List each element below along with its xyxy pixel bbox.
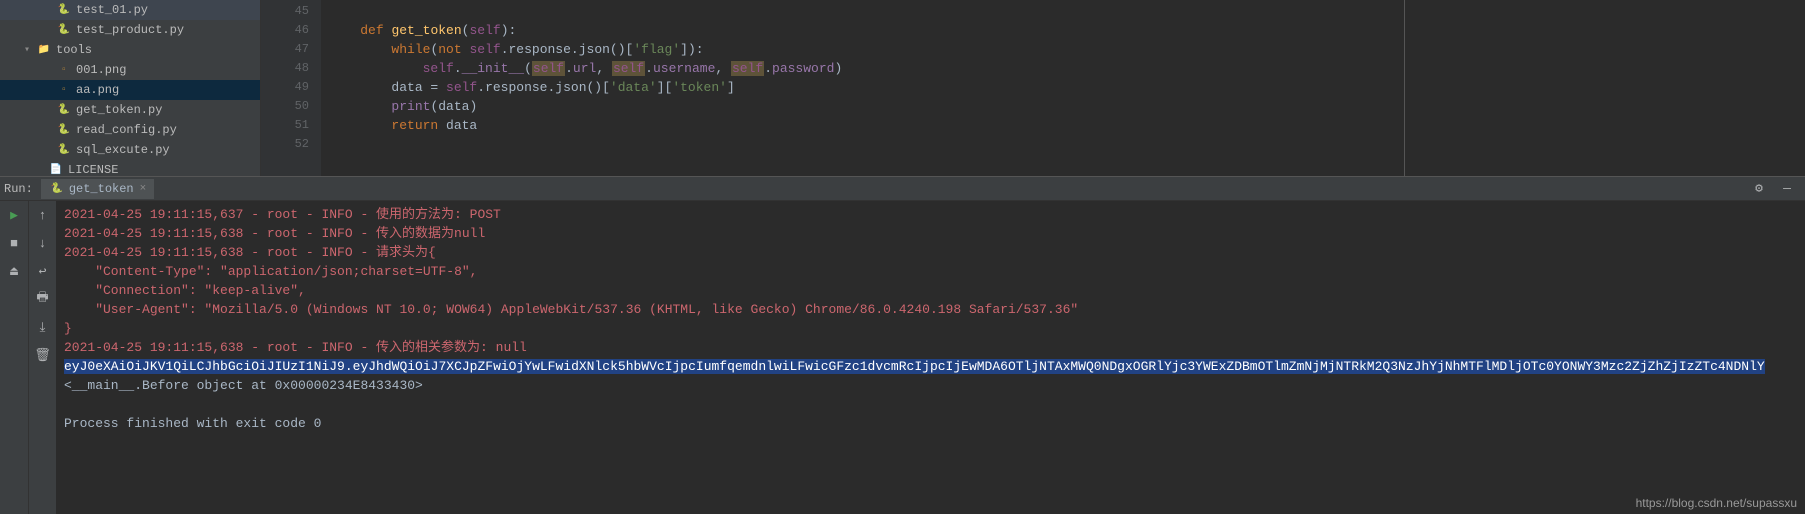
code-line[interactable]: while(not self.response.json()['flag']): (329, 40, 1805, 59)
code-line[interactable]: return data (329, 116, 1805, 135)
run-header: Run: 🐍 get_token × ⚙ — (0, 177, 1805, 201)
print-icon[interactable]: 🖶 (33, 289, 53, 309)
close-icon[interactable]: × (140, 183, 147, 195)
log-line[interactable]: "Content-Type": "application/json;charse… (64, 262, 1797, 281)
tree-file-gettoken[interactable]: 🐍 get_token.py (0, 100, 260, 120)
text-icon: 📄 (48, 162, 64, 176)
python-icon: 🐍 (56, 142, 72, 158)
log-line[interactable]: } (64, 319, 1797, 338)
log-line[interactable]: <__main__.Before object at 0x00000234E84… (64, 376, 1797, 395)
tree-file-testproduct[interactable]: 🐍 test_product.py (0, 20, 260, 40)
python-icon: 🐍 (56, 2, 72, 18)
tree-file-license[interactable]: 📄 LICENSE (0, 160, 260, 176)
trash-icon[interactable]: 🗑 (33, 345, 53, 365)
image-icon: ▫ (56, 62, 72, 78)
code-line[interactable]: def get_token(self): (329, 21, 1805, 40)
folder-icon: 📁 (36, 42, 52, 58)
tree-folder-tools[interactable]: ▾ 📁 tools (0, 40, 260, 60)
log-line[interactable]: 2021-04-25 19:11:15,638 - root - INFO - … (64, 243, 1797, 262)
code-line[interactable]: self.__init__(self.url, self.username, s… (329, 59, 1805, 78)
python-icon: 🐍 (56, 122, 72, 138)
editor-margin-line (1404, 0, 1405, 176)
code-line[interactable] (329, 135, 1805, 154)
log-line[interactable]: 2021-04-25 19:11:15,638 - root - INFO - … (64, 338, 1797, 357)
console-output[interactable]: 2021-04-25 19:11:15,637 - root - INFO - … (56, 201, 1805, 514)
exit-icon[interactable]: ⏏ (4, 261, 24, 281)
tree-file-aapng[interactable]: ▫ aa.png (0, 80, 260, 100)
log-line[interactable]: 2021-04-25 19:11:15,638 - root - INFO - … (64, 224, 1797, 243)
gear-icon[interactable]: ⚙ (1749, 179, 1769, 199)
python-icon: 🐍 (56, 22, 72, 38)
line-gutter: 45 46 47 48 49 50 51 52 (261, 0, 321, 176)
run-toolbar: ▶ ■ ⏏ (0, 201, 28, 514)
wrap-icon[interactable]: ↩ (33, 261, 53, 281)
minimize-icon[interactable]: — (1777, 179, 1797, 199)
log-line[interactable]: "User-Agent": "Mozilla/5.0 (Windows NT 1… (64, 300, 1797, 319)
tree-file-readconfig[interactable]: 🐍 read_config.py (0, 120, 260, 140)
python-icon: 🐍 (49, 181, 65, 197)
log-line[interactable]: eyJ0eXAiOiJKV1QiLCJhbGciOiJIUzI1NiJ9.eyJ… (64, 357, 1797, 376)
tree-file-sqlexcute[interactable]: 🐍 sql_excute.py (0, 140, 260, 160)
code-content[interactable]: def get_token(self): while(not self.resp… (321, 0, 1805, 176)
run-tool-window: Run: 🐍 get_token × ⚙ — ▶ ■ ⏏ ↑ ↓ ↩ 🖶 ⤓ 🗑… (0, 176, 1805, 514)
stop-icon[interactable]: ■ (4, 233, 24, 253)
watermark: https://blog.csdn.net/supassxu (1636, 496, 1797, 510)
log-line[interactable]: "Connection": "keep-alive", (64, 281, 1797, 300)
down-icon[interactable]: ↓ (33, 233, 53, 253)
run-tab[interactable]: 🐍 get_token × (41, 179, 154, 199)
code-line[interactable] (329, 2, 1805, 21)
scroll-icon[interactable]: ⤓ (33, 317, 53, 337)
code-editor[interactable]: 45 46 47 48 49 50 51 52 def get_token(se… (260, 0, 1805, 176)
log-line[interactable]: Process finished with exit code 0 (64, 414, 1797, 433)
tree-file-test01[interactable]: 🐍 test_01.py (0, 0, 260, 20)
rerun-icon[interactable]: ▶ (4, 205, 24, 225)
up-icon[interactable]: ↑ (33, 205, 53, 225)
python-icon: 🐍 (56, 102, 72, 118)
image-icon: ▫ (56, 82, 72, 98)
tree-file-001png[interactable]: ▫ 001.png (0, 60, 260, 80)
code-line[interactable]: data = self.response.json()['data']['tok… (329, 78, 1805, 97)
run-toolbar2: ↑ ↓ ↩ 🖶 ⤓ 🗑 (28, 201, 56, 514)
chevron-down-icon[interactable]: ▾ (24, 44, 36, 56)
run-label: Run: (4, 182, 33, 196)
log-line[interactable]: 2021-04-25 19:11:15,637 - root - INFO - … (64, 205, 1797, 224)
code-line[interactable]: print(data) (329, 97, 1805, 116)
project-tree[interactable]: 🐍 test_01.py 🐍 test_product.py ▾ 📁 tools… (0, 0, 260, 176)
log-line[interactable] (64, 395, 1797, 414)
